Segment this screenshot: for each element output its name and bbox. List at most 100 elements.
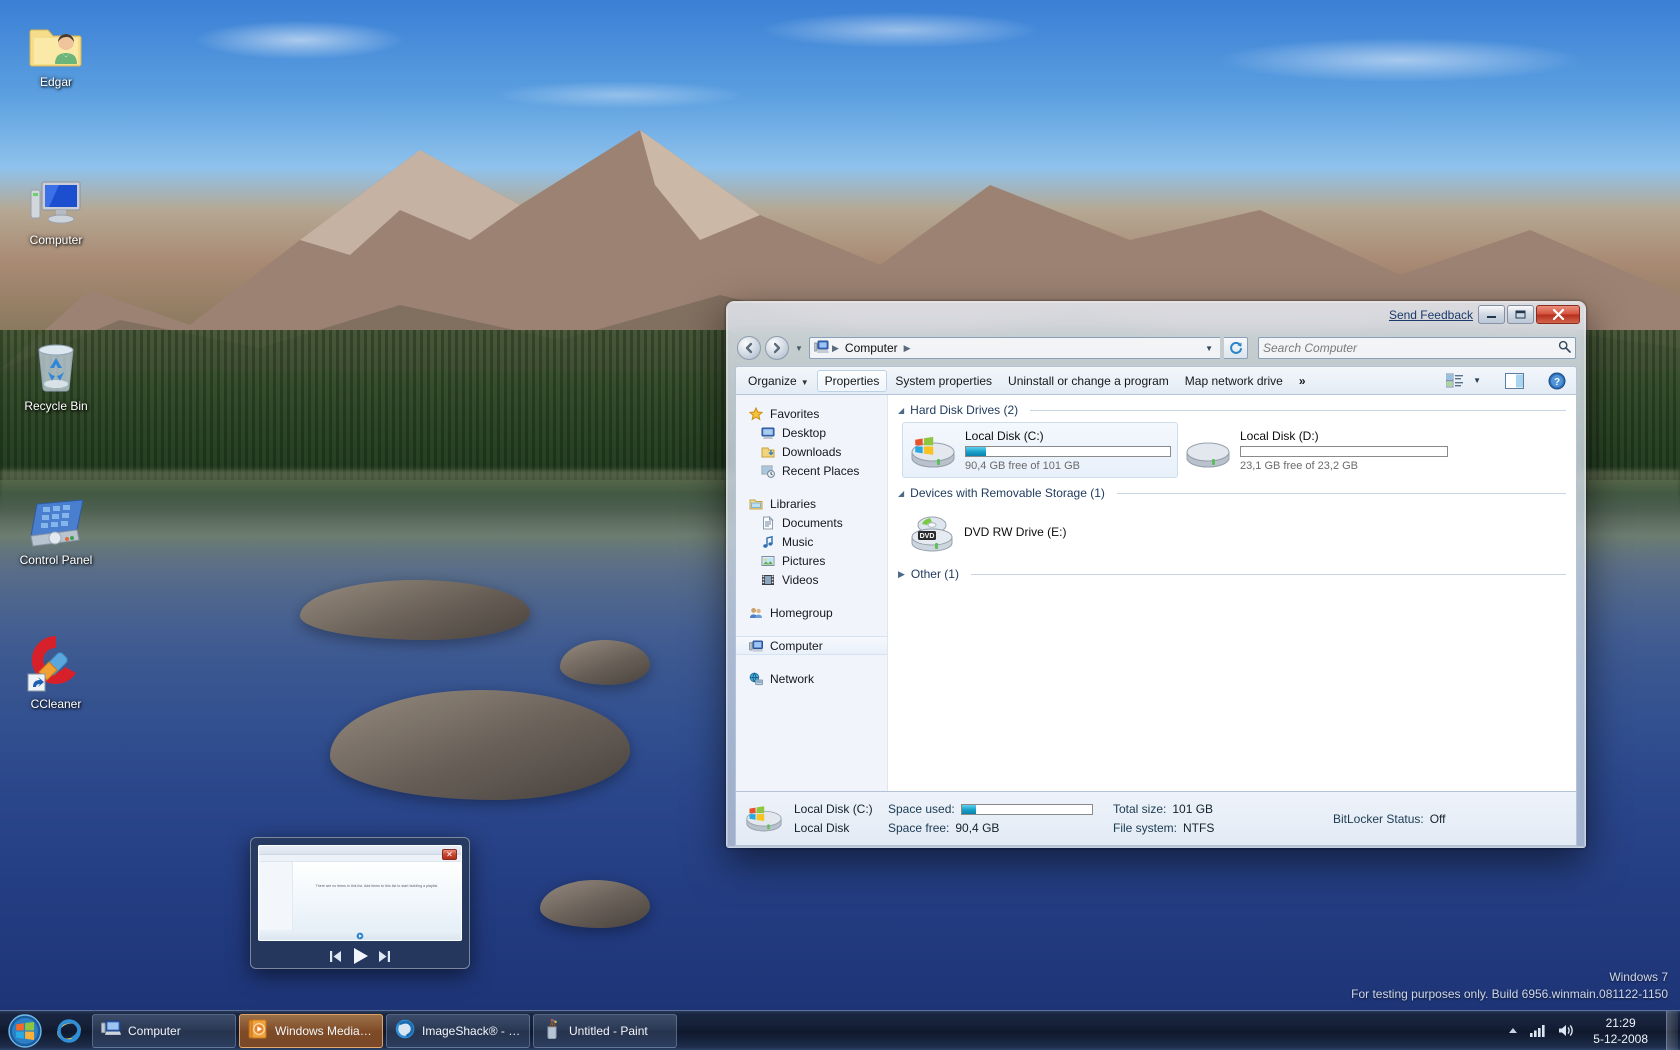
- details-file-system-row: File system: NTFS: [1113, 821, 1323, 835]
- refresh-button[interactable]: [1224, 337, 1248, 359]
- drive-name: Local Disk (C:): [965, 428, 1044, 443]
- sidebar-item-libraries[interactable]: Libraries: [736, 494, 887, 513]
- sidebar-item-music[interactable]: Music: [736, 532, 887, 551]
- system-properties-button[interactable]: System properties: [887, 370, 1000, 392]
- watermark-line-2: For testing purposes only. Build 6956.wi…: [1351, 987, 1668, 1001]
- show-hidden-icons-button[interactable]: [1507, 1026, 1519, 1036]
- address-dropdown-icon[interactable]: ▼: [1205, 344, 1216, 353]
- organize-menu-button[interactable]: Organize ▼: [740, 370, 817, 392]
- taskbar-button-windows-media-player[interactable]: Windows Media P...: [239, 1013, 383, 1048]
- computer-icon: [6, 172, 106, 228]
- send-feedback-link[interactable]: Send Feedback: [1389, 308, 1473, 322]
- drive-free-text: 23,1 GB free of 23,2 GB: [1240, 459, 1359, 472]
- sidebar-item-documents[interactable]: Documents: [736, 513, 887, 532]
- minimize-button[interactable]: [1478, 305, 1505, 324]
- sidebar-item-label: Libraries: [770, 496, 817, 511]
- preview-playback-bar: [259, 930, 461, 940]
- windows-media-player-icon: [248, 1019, 268, 1042]
- navigation-pane[interactable]: Favorites Desktop Downloads Recent Place…: [736, 395, 888, 791]
- sidebar-item-recent-places[interactable]: Recent Places: [736, 461, 887, 480]
- sidebar-item-homegroup[interactable]: Homegroup: [736, 603, 887, 622]
- properties-button[interactable]: Properties: [816, 369, 888, 392]
- sidebar-item-label: Downloads: [782, 444, 842, 459]
- taskbar-button-imageshack[interactable]: ImageShack® - I...: [386, 1013, 530, 1048]
- recycle-bin-icon: [6, 338, 106, 394]
- window-body: Favorites Desktop Downloads Recent Place…: [735, 394, 1577, 792]
- drive-tile-local-disk-c[interactable]: Local Disk (C:) 90,4 GB free of 101 GB: [902, 422, 1178, 478]
- breadcrumb-separator[interactable]: ▶: [904, 343, 911, 354]
- desktop-icon-label: Control Panel: [19, 553, 93, 567]
- group-header-hard-disk-drives[interactable]: ◢ Hard Disk Drives (2): [888, 395, 1576, 420]
- chevron-expanded-icon[interactable]: ◢: [898, 406, 904, 415]
- desktop-icon-control-panel[interactable]: Control Panel: [6, 492, 106, 568]
- explorer-window[interactable]: Send Feedback ▼ ▶ Computer ▶ ▼ Search Co…: [726, 301, 1586, 848]
- preview-pane-icon[interactable]: [1501, 370, 1528, 392]
- star-icon: [748, 406, 764, 422]
- maximize-button[interactable]: [1507, 305, 1534, 324]
- breadcrumb-computer[interactable]: Computer: [842, 340, 901, 356]
- preview-nav-pane: [259, 862, 293, 930]
- drive-tile-local-disk-d[interactable]: Local Disk (D:) 23,1 GB free of 23,2 GB: [1178, 422, 1454, 478]
- drive-tile-dvd-rw-e[interactable]: DVD DVD RW Drive (E:): [902, 505, 1178, 561]
- close-button[interactable]: [1536, 305, 1580, 324]
- recent-places-icon: [760, 463, 776, 479]
- sidebar-item-videos[interactable]: Videos: [736, 570, 887, 589]
- view-dropdown-icon[interactable]: ▼: [1469, 373, 1485, 388]
- sidebar-item-pictures[interactable]: Pictures: [736, 551, 887, 570]
- change-view-icon[interactable]: [1442, 370, 1467, 391]
- clock[interactable]: 21:29 5-12-2008: [1585, 1015, 1656, 1047]
- computer-icon: [101, 1020, 121, 1041]
- show-desktop-button[interactable]: [1666, 1010, 1678, 1050]
- taskbar-button-label: Windows Media P...: [275, 1023, 374, 1038]
- sidebar-item-network[interactable]: Network: [736, 669, 887, 688]
- internet-explorer-icon[interactable]: [52, 1014, 86, 1048]
- chevron-expanded-icon[interactable]: ◢: [898, 489, 904, 498]
- details-bitlocker-label: BitLocker Status:: [1333, 811, 1424, 826]
- desktop-icon-edgar[interactable]: Edgar: [6, 14, 106, 90]
- desktop-icon-computer[interactable]: Computer: [6, 172, 106, 248]
- window-titlebar[interactable]: Send Feedback: [727, 302, 1585, 332]
- taskbar-button-paint[interactable]: Untitled - Paint: [533, 1013, 677, 1048]
- group-header-removable-storage[interactable]: ◢ Devices with Removable Storage (1): [888, 480, 1576, 503]
- details-size-column: Total size: 101 GB File system: NTFS: [1113, 802, 1323, 835]
- desktop-icon-recycle-bin[interactable]: Recycle Bin: [6, 338, 106, 414]
- recent-pages-dropdown[interactable]: ▼: [793, 344, 805, 353]
- sidebar-item-label: Network: [770, 671, 815, 686]
- back-button[interactable]: [737, 336, 761, 360]
- start-button[interactable]: [0, 1011, 50, 1050]
- taskbar: Computer Windows Media P... ImageShack® …: [0, 1010, 1680, 1050]
- network-icon[interactable]: [1529, 1023, 1547, 1038]
- play-icon[interactable]: [349, 946, 371, 966]
- desktop-icon-ccleaner[interactable]: CCleaner: [6, 635, 106, 712]
- thumbnail-close-button[interactable]: ✕: [442, 849, 457, 860]
- forward-button[interactable]: [765, 336, 789, 360]
- chevron-collapsed-icon[interactable]: ▶: [898, 569, 905, 580]
- paint-icon: [542, 1018, 562, 1042]
- toolbar-overflow-button[interactable]: »: [1291, 370, 1314, 392]
- previous-track-icon[interactable]: [327, 948, 344, 965]
- svg-text:DVD: DVD: [920, 533, 935, 540]
- next-track-icon[interactable]: [376, 948, 393, 965]
- taskbar-thumbnail-preview[interactable]: There are no items in this list. Add ite…: [250, 837, 470, 969]
- sidebar-item-computer[interactable]: Computer: [736, 636, 887, 655]
- taskbar-button-computer[interactable]: Computer: [92, 1013, 236, 1048]
- search-box[interactable]: Search Computer: [1258, 337, 1576, 359]
- sidebar-item-favorites[interactable]: Favorites: [736, 404, 887, 423]
- sidebar-item-label: Computer: [770, 638, 823, 653]
- search-icon[interactable]: [1558, 340, 1571, 356]
- volume-icon[interactable]: [1557, 1023, 1575, 1038]
- sidebar-item-desktop[interactable]: Desktop: [736, 423, 887, 442]
- search-input[interactable]: Search Computer: [1263, 341, 1558, 355]
- map-network-drive-button[interactable]: Map network drive: [1177, 370, 1291, 392]
- content-pane[interactable]: ◢ Hard Disk Drives (2) Local Disk (C:) 9…: [888, 395, 1576, 791]
- address-bar[interactable]: ▶ Computer ▶ ▼: [809, 337, 1220, 359]
- details-bitlocker-value: Off: [1429, 811, 1446, 826]
- details-file-system-label: File system:: [1113, 821, 1178, 835]
- taskbar-button-label: Untitled - Paint: [569, 1023, 648, 1038]
- group-header-other[interactable]: ▶ Other (1): [888, 563, 1576, 584]
- music-icon: [760, 534, 776, 550]
- uninstall-or-change-program-button[interactable]: Uninstall or change a program: [1000, 370, 1177, 392]
- help-icon[interactable]: ?: [1544, 369, 1570, 393]
- sidebar-item-downloads[interactable]: Downloads: [736, 442, 887, 461]
- thumbnail-window-preview[interactable]: There are no items in this list. Add ite…: [258, 845, 462, 941]
